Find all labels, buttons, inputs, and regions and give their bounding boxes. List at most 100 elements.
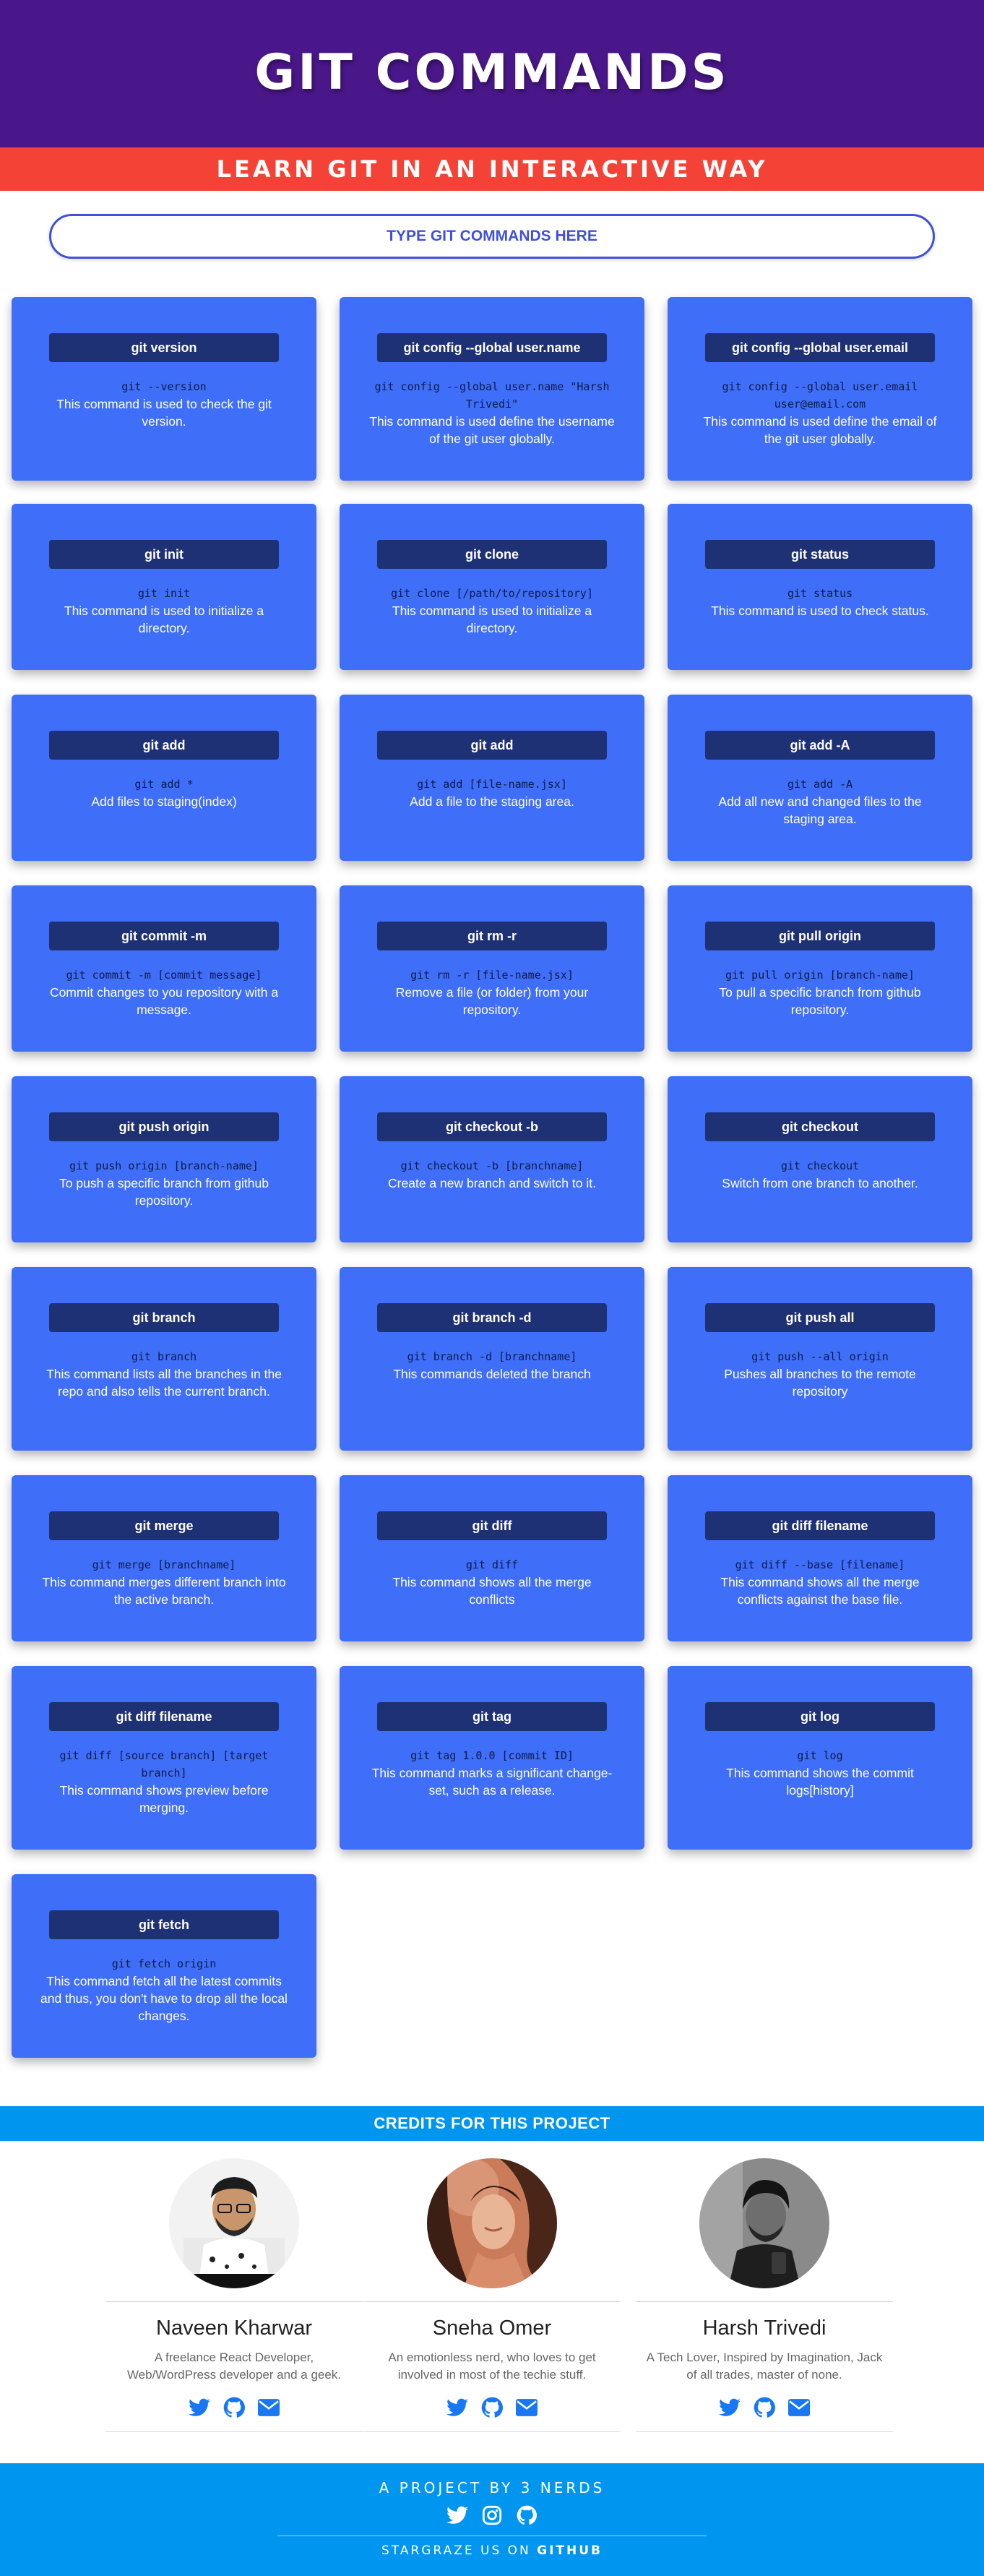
command-card[interactable]: git config --global user.name git config … <box>340 297 644 481</box>
subtitle-banner: LEARN GIT IN AN INTERACTIVE WAY <box>0 147 984 191</box>
command-card[interactable]: git version git --version This command is … <box>12 297 316 481</box>
command-description: This command shows the commit logs[histo… <box>726 1766 914 1798</box>
command-search-input[interactable] <box>51 228 933 245</box>
command-title: git branch <box>49 1303 279 1332</box>
github-icon[interactable] <box>480 2395 504 2420</box>
command-card[interactable]: git fetch git fetch origin This command fe… <box>12 1874 316 2058</box>
command-title: git version <box>49 333 279 362</box>
command-description: This command is used to check status. <box>711 604 929 618</box>
command-title: git init <box>49 540 279 569</box>
command-title: git status <box>705 540 935 569</box>
command-syntax: git --version <box>121 380 207 393</box>
twitter-icon[interactable] <box>446 2504 469 2527</box>
divider <box>363 2301 621 2302</box>
command-description: Add a file to the staging area. <box>410 794 574 809</box>
site-footer: A PROJECT BY 3 NERDS STARGRAZE US ON GIT… <box>0 2463 984 2576</box>
command-card[interactable]: git log git log This command shows the com… <box>668 1666 972 1850</box>
command-card[interactable]: git checkout -b git checkout -b [branchna… <box>340 1076 644 1242</box>
command-title: git config --global user.email <box>705 333 935 362</box>
command-syntax: git branch -d [branchname] <box>407 1350 577 1363</box>
command-title: git diff <box>377 1511 607 1540</box>
command-card[interactable]: git tag git tag 1.0.0 [commit ID] This com… <box>340 1666 644 1850</box>
site-header: GIT COMMANDS LEARN GIT IN AN INTERACTIVE… <box>0 0 984 191</box>
command-description: Remove a file (or folder) from your repo… <box>395 985 589 1017</box>
command-syntax: git diff [source branch] [target branch] <box>59 1749 269 1779</box>
command-syntax: git add * <box>134 778 194 791</box>
command-card[interactable]: git diff filename git diff --base [filena… <box>668 1475 972 1641</box>
command-card[interactable]: git add git add [file-name.jsx] Add a file… <box>340 695 644 861</box>
command-card[interactable]: git pull origin git pull origin [branch-n… <box>668 885 972 1052</box>
command-card[interactable]: git diff git diff This command shows all t… <box>340 1475 644 1641</box>
command-syntax: git add -A <box>787 778 853 791</box>
avatar <box>169 2158 299 2288</box>
command-title: git diff filename <box>705 1511 935 1540</box>
command-syntax: git config --global user.name "Harsh Tri… <box>374 380 610 411</box>
search-section <box>0 191 984 259</box>
command-card[interactable]: git status git status This command is used… <box>668 504 972 670</box>
command-title: git pull origin <box>705 922 935 950</box>
twitter-icon[interactable] <box>717 2395 742 2420</box>
command-description: Commit changes to you repository with a … <box>49 985 279 1017</box>
github-link[interactable]: GITHUB <box>537 2543 603 2558</box>
command-description: This command shows all the merge conflic… <box>720 1575 920 1607</box>
command-syntax: git clone [/path/to/repository] <box>391 587 593 600</box>
github-icon[interactable] <box>515 2504 538 2527</box>
command-card[interactable]: git init git init This command is used to … <box>12 504 316 670</box>
command-card[interactable]: git branch git branch This command lists a… <box>12 1267 316 1451</box>
command-syntax: git merge [branchname] <box>92 1558 236 1571</box>
command-syntax: git rm -r [file-name.jsx] <box>410 969 574 982</box>
command-title: git merge <box>49 1511 279 1540</box>
mail-icon[interactable] <box>514 2395 539 2420</box>
command-title: git clone <box>377 540 607 569</box>
command-description: This command marks a significant change-… <box>371 1766 613 1798</box>
command-title: git push origin <box>49 1112 279 1141</box>
page-subtitle: LEARN GIT IN AN INTERACTIVE WAY <box>216 155 768 183</box>
command-syntax: git fetch origin <box>111 1957 217 1970</box>
github-icon[interactable] <box>222 2395 246 2420</box>
command-card[interactable]: git commit -m git commit -m [commit messa… <box>12 885 316 1052</box>
command-card[interactable]: git merge git merge [branchname] This comm… <box>12 1475 316 1641</box>
command-card[interactable]: git config --global user.email git config… <box>668 297 972 481</box>
command-card[interactable]: git branch -d git branch -d [branchname] T… <box>340 1267 644 1451</box>
command-syntax: git tag 1.0.0 [commit ID] <box>410 1749 574 1762</box>
command-description: This command shows all the merge conflic… <box>392 1575 592 1607</box>
command-syntax: git push origin [branch-name] <box>69 1159 259 1172</box>
command-card[interactable]: git checkout git checkout Switch from one … <box>668 1076 972 1242</box>
mail-icon[interactable] <box>256 2395 281 2420</box>
command-card[interactable]: git clone git clone [/path/to/repository]… <box>340 504 644 670</box>
command-description: Add files to staging(index) <box>91 794 237 809</box>
footer-social-links <box>446 2504 538 2527</box>
avatar <box>699 2158 829 2288</box>
stargaze-text: STARGRAZE US ON GITHUB <box>381 2543 603 2558</box>
person-name: Harsh Trivedi <box>702 2317 827 2340</box>
twitter-icon[interactable] <box>187 2395 212 2420</box>
command-description: This command fetch all the latest commit… <box>40 1974 288 2023</box>
person-name: Naveen Kharwar <box>156 2317 312 2340</box>
credits-section: CREDITS FOR THIS PROJECT Naveen Kharwar … <box>0 2106 984 2463</box>
command-title: git diff filename <box>49 1702 279 1731</box>
credit-card-sneha: Sneha Omer An emotionless nerd, who love… <box>363 2158 621 2432</box>
command-card[interactable]: git rm -r git rm -r [file-name.jsx] Remove… <box>340 885 644 1052</box>
github-icon[interactable] <box>752 2395 777 2420</box>
command-card[interactable]: git add git add * Add files to staging(ind… <box>12 695 316 861</box>
divider <box>363 2431 621 2432</box>
command-card[interactable]: git push all git push --all origin Pushes … <box>668 1267 972 1451</box>
command-title: git fetch <box>49 1910 279 1939</box>
credits-bar: CREDITS FOR THIS PROJECT <box>0 2106 984 2141</box>
command-description: Create a new branch and switch to it. <box>388 1176 596 1190</box>
divider <box>105 2301 363 2302</box>
command-description: This command is used to initialize a dir… <box>392 604 592 635</box>
command-card[interactable]: git push origin git push origin [branch-n… <box>12 1076 316 1242</box>
avatar <box>427 2158 557 2288</box>
command-description: This command is used define the username… <box>369 414 615 446</box>
command-card[interactable]: git diff filename git diff [source branch… <box>12 1666 316 1850</box>
command-card[interactable]: git add -A git add -A Add all new and chan… <box>668 695 972 861</box>
command-syntax: git init <box>137 587 191 600</box>
command-title: git log <box>705 1702 935 1731</box>
twitter-icon[interactable] <box>445 2395 470 2420</box>
command-title: git add <box>377 731 607 760</box>
instagram-icon[interactable] <box>480 2504 504 2527</box>
command-description: To push a specific branch from github re… <box>59 1176 269 1208</box>
mail-icon[interactable] <box>787 2395 811 2420</box>
command-syntax: git push --all origin <box>751 1350 889 1363</box>
